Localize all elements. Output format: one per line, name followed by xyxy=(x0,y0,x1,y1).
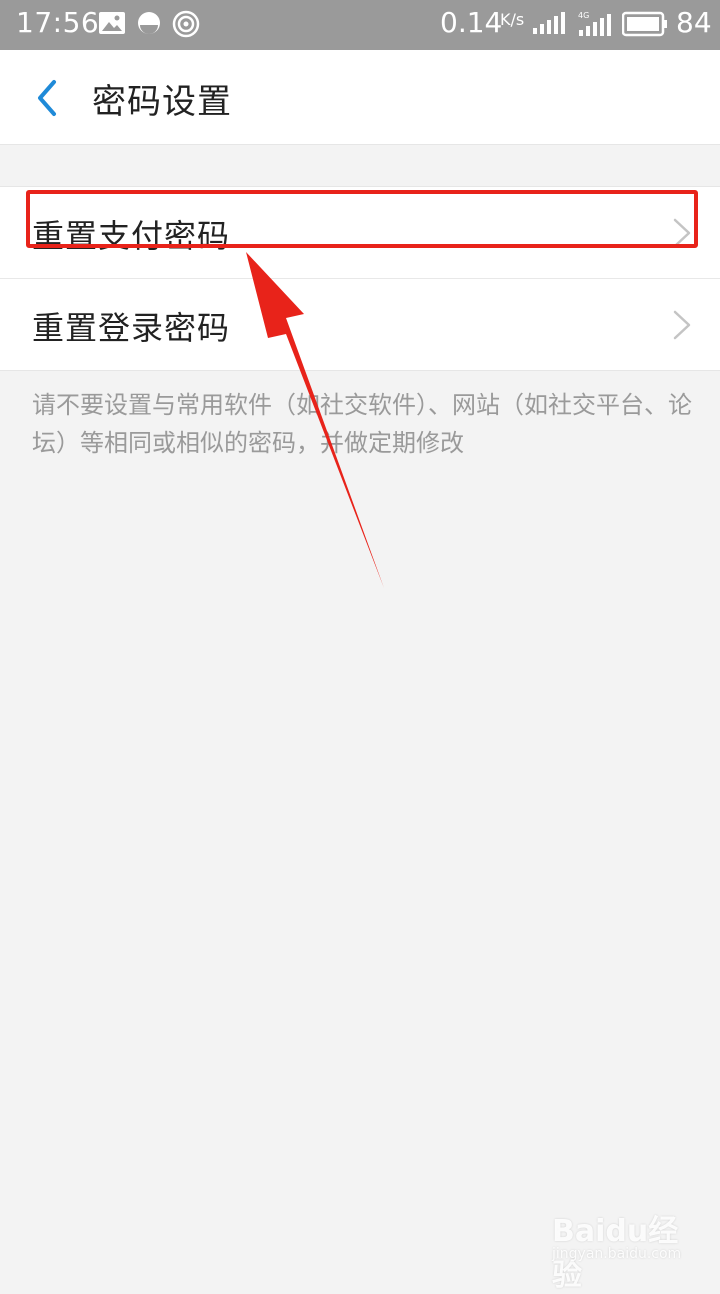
network-unit: K/s xyxy=(500,10,525,29)
chevron-right-icon xyxy=(673,310,691,340)
battery-icon xyxy=(621,10,668,42)
status-time: 17:56 xyxy=(16,6,100,39)
watermark-url: jingyan.baidu.com xyxy=(552,1246,682,1262)
page-title: 密码设置 xyxy=(92,82,232,122)
hotspot-icon xyxy=(172,10,200,42)
signal-icon xyxy=(532,10,566,40)
list-item-label: 重置登录密码 xyxy=(32,309,231,347)
svg-text:4G: 4G xyxy=(578,11,589,20)
back-button[interactable] xyxy=(30,78,66,118)
image-icon xyxy=(98,10,126,40)
network-speed: 0.14 xyxy=(440,6,503,39)
highlight-box xyxy=(26,190,698,248)
4g-signal-icon: 4G xyxy=(578,10,614,42)
password-hint: 请不要设置与常用软件（如社交软件）、网站（如社交平台、论坛）等相同或相似的密码，… xyxy=(32,391,692,457)
baidu-watermark: Baidu经验 jingyan.baidu.com xyxy=(552,1200,702,1293)
battery-level: 84 xyxy=(676,6,712,39)
status-bar: 17:56 0.14 K/s 4G 84 xyxy=(0,0,720,50)
reset-login-password-item[interactable]: 重置登录密码 xyxy=(0,278,720,370)
moon-icon xyxy=(136,10,162,40)
chevron-left-icon xyxy=(38,80,56,116)
app-header: 密码设置 xyxy=(0,50,720,145)
